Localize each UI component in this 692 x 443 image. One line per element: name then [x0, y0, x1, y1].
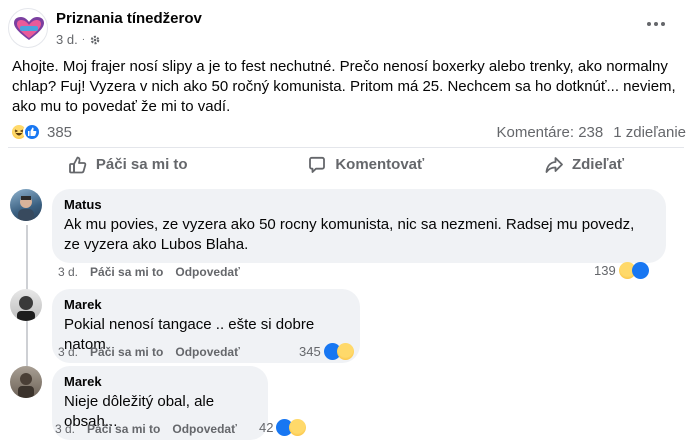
comment-reply-link[interactable]: Odpovedať — [172, 422, 236, 436]
comment-reaction-count: 42 — [259, 420, 274, 435]
haha-reaction-icon — [289, 419, 307, 436]
page-logo-icon — [14, 17, 44, 40]
comment-reaction-summary[interactable]: 345 — [299, 343, 354, 360]
commenter-avatar[interactable] — [10, 289, 42, 321]
page-avatar[interactable] — [8, 8, 48, 48]
commenter-name[interactable]: Matus — [64, 197, 654, 213]
like-button-label: Páči sa mi to — [95, 156, 188, 173]
gear-icon[interactable] — [89, 34, 101, 46]
comment-like-link[interactable]: Páči sa mi to — [87, 422, 160, 436]
comment-reaction-count: 345 — [299, 344, 321, 359]
comment-reaction-count: 139 — [594, 263, 616, 278]
comment-like-link[interactable]: Páči sa mi to — [90, 265, 163, 279]
comment-time[interactable]: 3 d. — [58, 265, 78, 279]
share-arrow-icon — [545, 156, 563, 173]
reaction-count: 385 — [47, 123, 73, 141]
share-button-label: Zdieľať — [571, 156, 625, 173]
reactions-summary: 385 Komentáre: 238 1 zdieľanie — [10, 121, 686, 143]
comment-item: Matus Ak mu povies, ze vyzera ako 50 roc… — [10, 189, 666, 263]
commenter-name[interactable]: Marek — [64, 297, 348, 313]
haha-reaction-icon — [336, 343, 354, 360]
comment-reaction-summary[interactable]: 42 — [259, 419, 307, 436]
comment-button-label: Komentovať — [335, 156, 425, 173]
comment-bubble-icon — [309, 156, 326, 173]
commenter-name[interactable]: Marek — [64, 374, 256, 390]
like-button[interactable]: Páči sa mi to — [56, 151, 200, 179]
comment-bubble: Matus Ak mu povies, ze vyzera ako 50 roc… — [52, 189, 666, 263]
like-reaction-icon — [631, 262, 649, 279]
post-meta: 3 d. · — [56, 32, 202, 47]
shares-count-link[interactable]: 1 zdieľanie — [613, 124, 686, 141]
comment-actions: 3 d. Páči sa mi to Odpovedať — [55, 422, 237, 436]
more-dots-icon — [647, 22, 665, 26]
comment-time[interactable]: 3 d. — [55, 422, 75, 436]
commenter-avatar[interactable] — [10, 189, 42, 221]
comment-button[interactable]: Komentovať — [295, 151, 436, 179]
comment-reaction-summary[interactable]: 139 — [594, 262, 649, 279]
comment-text: Ak mu povies, ze vyzera ako 50 rocny kom… — [64, 216, 635, 253]
comment-time[interactable]: 3 d. — [58, 345, 78, 359]
comment-like-link[interactable]: Páči sa mi to — [90, 345, 163, 359]
comment-actions: 3 d. Páči sa mi to Odpovedať — [58, 345, 240, 359]
page-name[interactable]: Priznania tínedžerov — [56, 10, 202, 28]
post-text: Ahojte. Moj frajer nosí slipy a je to fe… — [12, 58, 676, 115]
post-time[interactable]: 3 d. — [56, 32, 78, 47]
reaction-summary-left[interactable]: 385 — [10, 123, 72, 141]
separator-dot: · — [81, 34, 86, 45]
like-reaction-icon — [23, 123, 41, 141]
comments-count-link[interactable]: Komentáre: 238 — [496, 124, 603, 141]
thumbs-up-icon — [68, 156, 87, 173]
share-button[interactable]: Zdieľať — [532, 151, 636, 179]
post-header: Priznania tínedžerov 3 d. · — [8, 8, 202, 48]
post-action-bar: Páči sa mi to Komentovať Zdieľať — [8, 147, 684, 181]
comment-reply-link[interactable]: Odpovedať — [175, 265, 239, 279]
more-options-button[interactable] — [644, 14, 668, 34]
comment-actions: 3 d. Páči sa mi to Odpovedať — [58, 265, 240, 279]
commenter-avatar[interactable] — [10, 366, 42, 398]
comment-reply-link[interactable]: Odpovedať — [175, 345, 239, 359]
